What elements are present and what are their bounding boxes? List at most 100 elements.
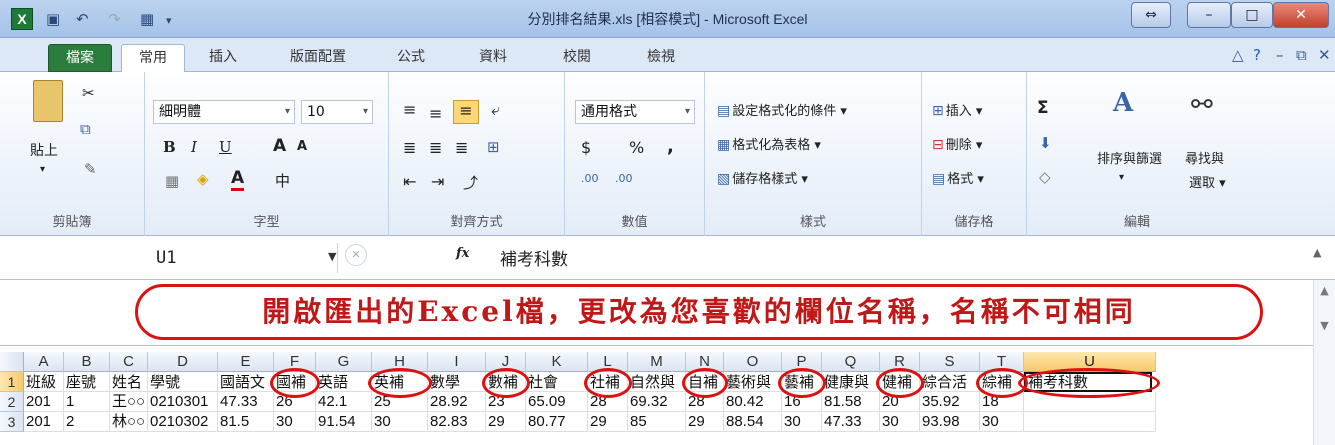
formula-scrollbar[interactable]: ▲ ▼ [1313, 280, 1335, 346]
header-cell[interactable]: 班級 [24, 372, 64, 392]
decrease-indent-icon[interactable]: ⇤ [403, 172, 416, 191]
align-middle-icon[interactable]: ≡ [429, 104, 442, 123]
formula-input[interactable]: 補考科數 [500, 245, 568, 270]
tab-home[interactable]: 常用 [121, 44, 185, 73]
data-cell[interactable]: 30 [782, 412, 822, 432]
select-all-corner[interactable] [0, 352, 24, 372]
comma-button[interactable]: , [667, 136, 674, 157]
data-cell[interactable]: 23 [486, 392, 526, 412]
header-cell[interactable]: 健補 [880, 372, 920, 392]
header-cell[interactable]: 數學 [428, 372, 486, 392]
bold-button[interactable]: B [163, 138, 176, 156]
cut-icon[interactable]: ✂ [82, 84, 95, 102]
copy-icon[interactable]: ⧉ [80, 120, 91, 138]
data-cell[interactable]: 25 [372, 392, 428, 412]
data-cell[interactable]: 王○○ [110, 392, 148, 412]
header-cell[interactable]: 國語文 [218, 372, 274, 392]
merge-center-icon[interactable]: ⊞ [487, 138, 500, 156]
header-cell[interactable]: 綜合活 [920, 372, 980, 392]
data-cell[interactable]: 80.77 [526, 412, 588, 432]
column-header-g[interactable]: G [316, 352, 372, 372]
fill-icon[interactable]: ⬇ [1039, 134, 1052, 152]
column-header-h[interactable]: H [372, 352, 428, 372]
column-header-l[interactable]: L [588, 352, 628, 372]
column-header-e[interactable]: E [218, 352, 274, 372]
header-cell[interactable]: 藝術與 [724, 372, 782, 392]
percent-button[interactable]: % [629, 138, 644, 157]
expand-formula-bar-icon[interactable]: ▲ [1313, 246, 1321, 259]
data-cell[interactable]: 93.98 [920, 412, 980, 432]
data-cell[interactable]: 47.33 [822, 412, 880, 432]
borders-icon[interactable]: ▦ [165, 172, 179, 190]
data-cell[interactable]: 81.5 [218, 412, 274, 432]
sort-filter-label[interactable]: 排序與篩選 [1097, 148, 1162, 167]
format-as-table-button[interactable]: ▦ 格式化為表格 ▾ [717, 134, 821, 153]
italic-button[interactable]: I [191, 138, 197, 156]
column-header-d[interactable]: D [148, 352, 218, 372]
tab-review[interactable]: 校閱 [554, 44, 600, 72]
phonetic-button[interactable]: 中 [275, 170, 290, 191]
data-cell[interactable]: 80.42 [724, 392, 782, 412]
column-header-u[interactable]: U [1024, 352, 1156, 372]
column-header-p[interactable]: P [782, 352, 822, 372]
header-cell[interactable]: 國補 [274, 372, 316, 392]
cancel-icon[interactable]: ✕ [345, 244, 367, 266]
data-cell[interactable]: 林○○ [110, 412, 148, 432]
data-cell[interactable]: 30 [372, 412, 428, 432]
align-right-icon[interactable]: ≣ [455, 138, 468, 157]
close-button[interactable]: ✕ [1273, 2, 1329, 28]
find-select-label[interactable]: 尋找與 [1185, 148, 1224, 167]
data-cell[interactable]: 201 [24, 392, 64, 412]
data-cell[interactable]: 82.83 [428, 412, 486, 432]
data-cell[interactable]: 28.92 [428, 392, 486, 412]
scroll-down-icon[interactable]: ▼ [1314, 319, 1335, 332]
column-header-t[interactable]: T [980, 352, 1024, 372]
number-format-combo[interactable]: 通用格式 ▾ [575, 100, 695, 124]
header-cell[interactable]: 自然與 [628, 372, 686, 392]
insert-function-icon[interactable]: fx [456, 246, 469, 261]
align-bottom-icon[interactable]: ≡ [453, 100, 479, 124]
tab-file[interactable]: 檔案 [48, 44, 112, 72]
data-cell[interactable]: 2 [64, 412, 110, 432]
data-cell[interactable]: 29 [486, 412, 526, 432]
column-header-r[interactable]: R [880, 352, 920, 372]
column-header-s[interactable]: S [920, 352, 980, 372]
data-cell[interactable]: 30 [980, 412, 1024, 432]
conditional-formatting-button[interactable]: ▤ 設定格式化的條件 ▾ [717, 100, 847, 119]
data-cell[interactable]: 28 [686, 392, 724, 412]
increase-decimal-button[interactable]: .00 [581, 172, 599, 185]
font-color-icon[interactable]: A [231, 168, 245, 191]
row-header-2[interactable]: 2 [0, 392, 24, 412]
grow-font-button[interactable]: A [273, 136, 286, 156]
underline-button[interactable]: U [219, 138, 232, 156]
wrap-text-icon[interactable]: ⤶ [491, 100, 500, 120]
align-left-icon[interactable]: ≣ [403, 138, 416, 157]
paste-label[interactable]: 貼上 [30, 140, 58, 160]
tab-data[interactable]: 資料 [470, 44, 516, 72]
header-cell[interactable]: 社補 [588, 372, 628, 392]
delete-cells-button[interactable]: ⊟ 刪除 ▾ [932, 134, 982, 153]
data-cell[interactable]: 65.09 [526, 392, 588, 412]
column-header-q[interactable]: Q [822, 352, 880, 372]
fill-color-icon[interactable]: ◈ [197, 170, 209, 188]
column-header-i[interactable]: I [428, 352, 486, 372]
cell-styles-button[interactable]: ▧ 儲存格樣式 ▾ [717, 168, 808, 187]
data-cell[interactable]: 1 [64, 392, 110, 412]
row-header-3[interactable]: 3 [0, 412, 24, 432]
column-header-o[interactable]: O [724, 352, 782, 372]
font-name-combo[interactable]: 細明體 ▾ [153, 100, 295, 124]
tab-formulas[interactable]: 公式 [388, 44, 434, 72]
sort-filter-icon[interactable]: A [1113, 88, 1133, 118]
data-cell[interactable] [1024, 392, 1156, 412]
data-cell[interactable]: 29 [686, 412, 724, 432]
header-cell[interactable]: 數補 [486, 372, 526, 392]
find-select-label-2[interactable]: 選取 ▾ [1189, 172, 1226, 191]
column-header-k[interactable]: K [526, 352, 588, 372]
data-cell[interactable]: 30 [274, 412, 316, 432]
data-cell[interactable]: 0210302 [148, 412, 218, 432]
autosum-button[interactable]: Σ [1037, 98, 1049, 118]
paste-icon[interactable] [33, 80, 63, 122]
currency-button[interactable]: $ [581, 138, 591, 157]
sort-dropdown-icon[interactable]: ▾ [1119, 172, 1124, 183]
resize-icon[interactable]: ⇔ [1131, 2, 1171, 28]
